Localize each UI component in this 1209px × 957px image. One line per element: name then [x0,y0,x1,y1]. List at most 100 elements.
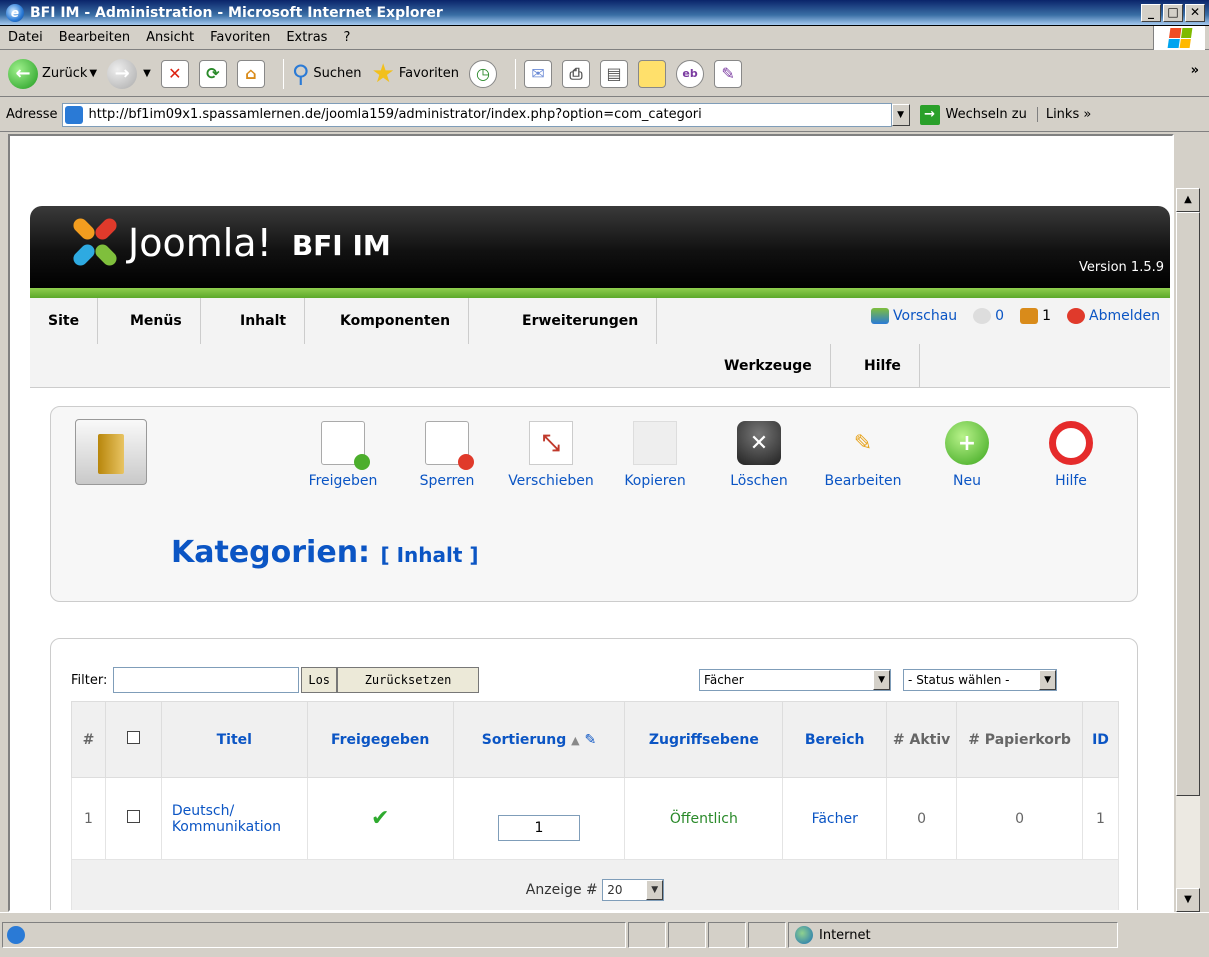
col-ordering[interactable]: Sortierung ▲ ✎ [452,701,626,778]
publish-icon [321,421,370,470]
close-button[interactable]: ✕ [1185,3,1205,22]
category-list-box: Filter: Los Zurücksetzen Fächer ▼ - Statu… [50,638,1138,910]
menu-tools[interactable]: Werkzeuge [706,344,831,388]
logout-icon [1067,308,1086,324]
menubar: Datei Bearbeiten Ansicht Favoriten Extra… [0,26,1209,50]
col-id[interactable]: ID [1081,701,1120,778]
go-filter-button[interactable]: Los [301,667,338,693]
menu-content[interactable]: Inhalt [222,298,306,344]
order-input[interactable]: 1 [498,814,580,841]
row-active: 0 [886,777,958,860]
scroll-up-button[interactable]: ▲ [1176,188,1200,212]
edit-button[interactable]: ✎ Bearbeiten [811,421,915,490]
menu-extras[interactable]: Extras [286,30,327,45]
published-check-icon[interactable]: ✔ [371,806,389,831]
maximize-button[interactable]: □ [1163,3,1183,22]
preview-icon [871,308,890,324]
col-checkall [104,701,162,778]
menu-ansicht[interactable]: Ansicht [146,30,194,45]
col-trash: # Papierkorb [956,701,1083,778]
stop-icon[interactable]: ✕ [160,59,189,88]
mail-icon[interactable]: ✉ [524,59,553,88]
pencil-icon: ✎ [853,430,873,456]
address-label: Adresse [6,107,58,122]
favorites-button[interactable]: ★ Favoriten [372,59,460,89]
version-label: Version 1.5.9 [1078,260,1164,275]
search-icon: ⚲ [291,59,310,88]
row-title-link[interactable]: Deutsch/ Kommunikation [160,777,308,860]
col-title[interactable]: Titel [160,701,308,778]
page-icon [64,105,83,124]
history-icon[interactable]: ◷ [469,59,498,88]
select-all-checkbox[interactable] [126,731,140,744]
reset-filter-button[interactable]: Zurücksetzen [337,667,480,693]
row-section[interactable]: Fächer [782,777,888,860]
menu-extensions[interactable]: Erweiterungen [504,298,658,344]
display-limit-select[interactable]: 20 ▼ [602,878,665,901]
publish-button[interactable]: Freigeben [291,421,395,489]
vertical-scrollbar[interactable]: ▲ ▼ [1176,188,1200,912]
search-label: Suchen [313,66,362,81]
row-checkbox[interactable] [126,810,140,823]
filter-input[interactable] [113,667,300,693]
messages-count[interactable]: 0 [973,308,1004,324]
ebay-icon[interactable]: eb [676,59,705,88]
section-select[interactable]: Fächer ▼ [699,669,892,691]
menu-datei[interactable]: Datei [8,30,43,45]
messenger-icon[interactable]: ✎ [714,59,743,88]
col-num: # [71,701,106,778]
links-button[interactable]: Links » [1036,107,1091,122]
toolbar-box: Freigeben Sperren ⤡ Verschieben Kopieren… [50,406,1138,602]
unpublish-button[interactable]: Sperren [395,421,499,489]
go-button[interactable]: → Wechseln zu [919,104,1027,125]
forward-button[interactable]: → ▼ [107,58,151,89]
scroll-thumb[interactable] [1176,212,1200,796]
new-button[interactable]: + Neu [915,421,1019,489]
delete-button[interactable]: ✕ Löschen [707,421,811,489]
help-button[interactable]: Hilfe [1019,421,1123,489]
row-checkbox-cell [104,777,162,860]
menu-help[interactable]: ? [343,30,350,45]
save-order-icon[interactable]: ✎ [584,732,596,748]
edit-icon[interactable]: ▤ [600,59,629,88]
address-input[interactable]: http://bf1im09x1.spassamlernen.de/joomla… [61,102,892,127]
status-select[interactable]: - Status wählen - ▼ [903,669,1058,691]
menu-components[interactable]: Komponenten [322,298,470,344]
notes-icon[interactable] [638,59,667,88]
refresh-icon[interactable]: ⟳ [198,59,227,88]
toolbar-overflow-icon[interactable]: » [1191,63,1199,78]
page-status-icon [7,926,25,944]
page-subtitle: [ Inhalt ] [380,543,479,567]
users-icon [1020,308,1039,324]
back-button[interactable]: ← Zurück ▼ [8,58,97,89]
col-section[interactable]: Bereich [782,701,888,778]
minimize-button[interactable]: _ [1141,3,1161,22]
menu-bearbeiten[interactable]: Bearbeiten [59,30,130,45]
row-access[interactable]: Öffentlich [624,777,784,860]
row-published[interactable]: ✔ [306,777,454,860]
menu-menus[interactable]: Menüs [112,298,201,344]
address-bar: Adresse http://bf1im09x1.spassamlernen.d… [0,98,1209,132]
col-published[interactable]: Freigegeben [306,701,454,778]
copy-button[interactable]: Kopieren [603,421,707,489]
back-label: Zurück [42,66,88,81]
preview-link[interactable]: Vorschau [871,308,957,324]
menu-site[interactable]: Site [30,298,99,344]
logout-link[interactable]: Abmelden [1067,308,1160,324]
move-button[interactable]: ⤡ Verschieben [499,421,603,489]
col-active: # Aktiv [886,701,958,778]
col-access[interactable]: Zugriffsebene [624,701,784,778]
search-button[interactable]: ⚲ Suchen [292,60,362,88]
menu-favoriten[interactable]: Favoriten [210,30,270,45]
go-arrow-icon: → [919,104,940,125]
print-icon[interactable]: ⎙ [562,59,591,88]
trash-icon: ✕ [737,421,781,465]
window-titlebar: e BFI IM - Administration - Microsoft In… [0,0,1209,26]
home-icon[interactable]: ⌂ [236,59,265,88]
menu-help[interactable]: Hilfe [846,344,920,388]
forward-arrow-icon: → [107,58,138,89]
joomla-wordmark: Joomla! [128,221,272,265]
scroll-down-button[interactable]: ▼ [1176,888,1200,912]
window-title: BFI IM - Administration - Microsoft Inte… [30,4,443,21]
address-dropdown-button[interactable]: ▼ [891,103,910,126]
